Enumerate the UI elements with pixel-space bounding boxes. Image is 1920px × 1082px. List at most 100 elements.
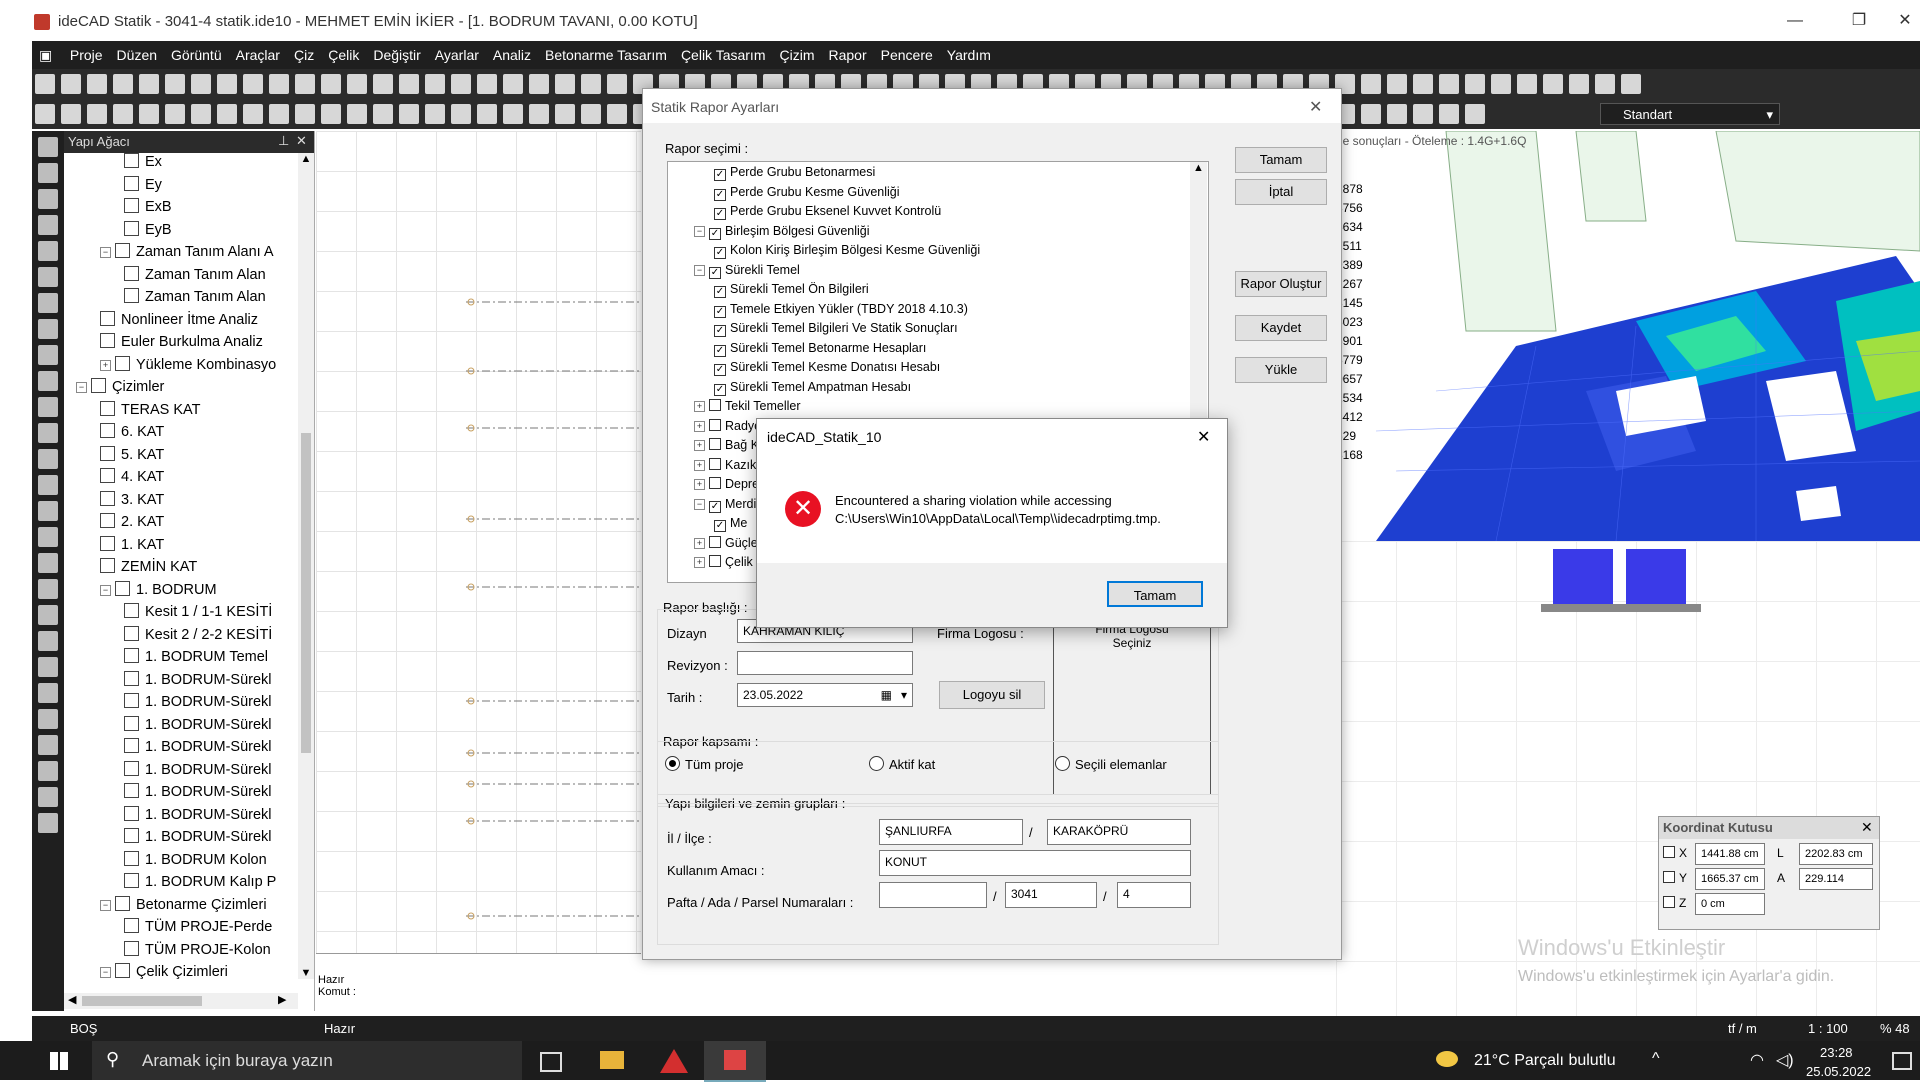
logoyu-sil-button[interactable]: Logoyu sil <box>939 681 1045 709</box>
toolbar-tool-icon[interactable] <box>1543 74 1563 94</box>
status-unit[interactable]: tf / m <box>1728 1021 1757 1036</box>
menu-celik[interactable]: Çelik <box>321 41 366 69</box>
menu-duzen[interactable]: Düzen <box>110 41 164 69</box>
toolbar-tool-icon[interactable] <box>1595 74 1615 94</box>
report-item-checkbox[interactable]: ✓ <box>714 169 726 181</box>
toolbar-tool-icon[interactable] <box>347 104 367 124</box>
report-item[interactable]: − ✓ Merdi <box>694 495 756 514</box>
toolbar-tool-icon[interactable] <box>295 74 315 94</box>
task-view-icon[interactable] <box>540 1052 562 1072</box>
status-scale[interactable]: 1 : 100 <box>1808 1021 1848 1036</box>
toolbar-tool-icon[interactable] <box>191 74 211 94</box>
report-item[interactable]: + Çelik <box>694 553 753 572</box>
collapse-icon[interactable]: − <box>76 382 87 393</box>
file-explorer-icon[interactable] <box>600 1051 624 1069</box>
tree-item[interactable]: − Zaman Tanım Alanı A <box>100 241 274 263</box>
menu-pencere[interactable]: Pencere <box>874 41 940 69</box>
tree-vscrollbar[interactable]: ▲ ▼ <box>298 153 314 979</box>
side-tool-icon[interactable] <box>38 293 58 313</box>
report-item-checkbox[interactable]: ✓ <box>714 188 726 201</box>
toolbar-tool-icon[interactable] <box>1569 74 1589 94</box>
tree-item[interactable]: 6. KAT <box>100 421 164 443</box>
toolbar-tool-icon[interactable] <box>35 104 55 124</box>
side-tool-icon[interactable] <box>38 605 58 625</box>
toolbar-tool-icon[interactable] <box>373 104 393 124</box>
toolbar-tool-icon[interactable] <box>87 74 107 94</box>
tree-item[interactable]: 5. KAT <box>100 444 164 466</box>
toolbar-tool-icon[interactable] <box>113 74 133 94</box>
tree-item[interactable]: Zaman Tanım Alan <box>124 264 266 286</box>
side-tool-icon[interactable] <box>38 267 58 287</box>
side-tool-icon[interactable] <box>38 683 58 703</box>
tree-item[interactable]: − 1. BODRUM <box>100 579 217 601</box>
autodesk-icon[interactable] <box>660 1049 688 1073</box>
report-item[interactable]: ✓ Sürekli Temel Ampatman Hesabı <box>714 378 911 397</box>
toolbar-tool-icon[interactable] <box>581 74 601 94</box>
expand-icon[interactable]: + <box>694 537 705 549</box>
toolbar-tool-icon[interactable] <box>1413 104 1433 124</box>
toolbar-tool-icon[interactable] <box>1413 74 1433 94</box>
side-tool-icon[interactable] <box>38 371 58 391</box>
toolbar-tool-icon[interactable] <box>191 104 211 124</box>
toolbar-tool-icon[interactable] <box>555 74 575 94</box>
toolbar-tool-icon[interactable] <box>503 104 523 124</box>
scroll-up-icon[interactable]: ▲ <box>1190 162 1207 174</box>
side-tool-icon[interactable] <box>38 579 58 599</box>
tray-chevron-icon[interactable]: ^ <box>1652 1050 1660 1068</box>
toolbar-tool-icon[interactable] <box>1517 74 1537 94</box>
tree-item[interactable]: ZEMİN KAT <box>100 556 197 578</box>
report-item-checkbox[interactable]: ✓ <box>714 305 726 318</box>
toolbar-tool-icon[interactable] <box>399 104 419 124</box>
report-item[interactable]: ✓ Sürekli Temel Kesme Donatısı Hesabı <box>714 358 940 377</box>
radio-button[interactable] <box>869 756 884 771</box>
report-item[interactable]: ✓ Perde Grubu Betonarmesi <box>714 163 875 182</box>
collapse-icon[interactable]: − <box>694 498 705 510</box>
toolbar-tool-icon[interactable] <box>295 104 315 124</box>
tree-item[interactable]: 1. BODRUM-Sürekl <box>124 714 272 736</box>
collapse-icon[interactable]: − <box>100 967 111 978</box>
side-tool-icon[interactable] <box>38 813 58 833</box>
tree-item[interactable]: + Yükleme Kombinasyo <box>100 354 276 376</box>
report-item-checkbox[interactable]: ✓ <box>709 500 721 513</box>
scroll-down-icon[interactable]: ▼ <box>298 967 314 979</box>
toolbar-tool-icon[interactable] <box>477 104 497 124</box>
expand-icon[interactable]: + <box>694 420 705 432</box>
toolbar-tool-icon[interactable] <box>1439 74 1459 94</box>
tree-item[interactable]: 1. BODRUM Temel <box>124 646 268 668</box>
search-box[interactable]: ⚲ Aramak için buraya yazın <box>92 1041 522 1080</box>
coord-y-input[interactable]: 1665.37 cm <box>1695 868 1765 890</box>
side-tool-icon[interactable] <box>38 709 58 729</box>
report-item-checkbox[interactable]: ✓ <box>714 247 726 259</box>
report-item[interactable]: ✓ Sürekli Temel Bilgileri Ve Statik Sonuç… <box>714 319 958 338</box>
report-item-checkbox[interactable] <box>709 438 721 450</box>
side-tool-icon[interactable] <box>38 657 58 677</box>
expand-icon[interactable]: + <box>694 479 705 490</box>
weather-icon[interactable] <box>1436 1051 1458 1067</box>
report-item-checkbox[interactable] <box>709 555 721 567</box>
coord-y-label[interactable]: Y <box>1663 871 1687 885</box>
coord-a-input[interactable]: 229.114 <box>1799 868 1873 890</box>
menu-proje[interactable]: Proje <box>63 41 110 69</box>
side-tool-icon[interactable] <box>38 501 58 521</box>
toolbar-tool-icon[interactable] <box>1465 104 1485 124</box>
clock-time[interactable]: 23:28 <box>1820 1045 1853 1060</box>
status-zoom[interactable]: % 48 <box>1880 1021 1910 1036</box>
tree-hscrollbar[interactable]: ◀ ▶ <box>64 993 298 1009</box>
windows-start-icon[interactable] <box>50 1052 68 1070</box>
toolbar-tool-icon[interactable] <box>1491 74 1511 94</box>
toolbar-tool-icon[interactable] <box>139 74 159 94</box>
doc-menu-icon[interactable]: ▣ <box>32 41 59 69</box>
expand-icon[interactable]: + <box>694 401 705 412</box>
analysis-3d-view[interactable]: ne sonuçları - Öteleme : 1.4G+1.6Q <box>1336 131 1920 541</box>
toolbar-tool-icon[interactable] <box>1361 104 1381 124</box>
toolbar-tool-icon[interactable] <box>347 74 367 94</box>
report-item-checkbox[interactable]: ✓ <box>714 520 726 532</box>
tree-item[interactable]: − Çizimler <box>76 376 164 398</box>
toolbar-tool-icon[interactable] <box>1439 104 1459 124</box>
tree-item[interactable]: 1. BODRUM-Sürekl <box>124 804 272 826</box>
toolbar-tool-icon[interactable] <box>1387 104 1407 124</box>
expand-icon[interactable]: + <box>694 440 705 451</box>
side-tool-icon[interactable] <box>38 787 58 807</box>
scroll-left-icon[interactable]: ◀ <box>68 993 76 1006</box>
toolbar-tool-icon[interactable] <box>607 104 627 124</box>
